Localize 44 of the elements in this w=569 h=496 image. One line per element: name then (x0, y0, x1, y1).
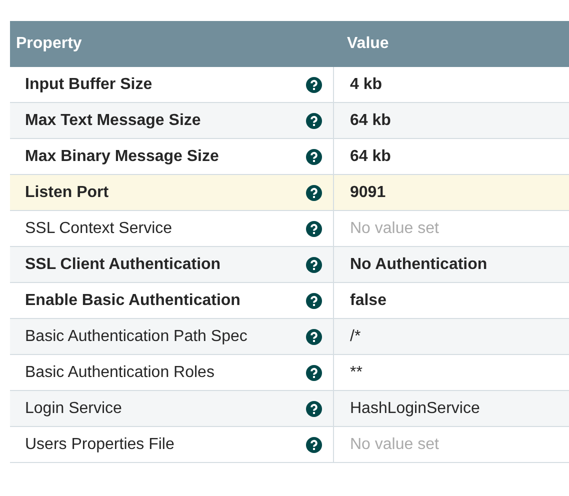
table-row[interactable]: Login Service HashLoginService (10, 391, 569, 427)
property-name: Basic Authentication Path Spec (25, 328, 248, 346)
help-icon[interactable] (306, 76, 322, 92)
help-icon[interactable] (306, 112, 322, 128)
property-value[interactable]: 4 kb (350, 76, 382, 94)
help-icon[interactable] (306, 184, 322, 200)
property-name: Login Service (25, 400, 122, 418)
property-value[interactable]: /* (350, 328, 361, 346)
property-name: Listen Port (25, 184, 109, 202)
property-name: SSL Client Authentication (25, 256, 221, 274)
table-row[interactable]: Basic Authentication Path Spec /* (10, 319, 569, 355)
property-value[interactable]: false (350, 292, 386, 310)
property-name: Basic Authentication Roles (25, 364, 214, 382)
help-icon[interactable] (306, 436, 322, 452)
property-name: SSL Context Service (25, 220, 172, 238)
table-row[interactable]: Enable Basic Authentication false (10, 283, 569, 319)
property-value[interactable]: ** (350, 364, 362, 382)
help-icon[interactable] (306, 220, 322, 236)
help-icon[interactable] (306, 328, 322, 344)
table-row[interactable]: Input Buffer Size 4 kb (10, 67, 569, 103)
column-header: Property (15, 35, 83, 53)
column-header: Value (346, 35, 390, 53)
table-row[interactable]: Basic Authentication Roles ** (10, 355, 569, 391)
table-row[interactable]: Max Text Message Size 64 kb (10, 103, 569, 139)
property-value[interactable]: 64 kb (350, 148, 391, 166)
property-value[interactable]: 9091 (350, 184, 386, 202)
property-name: Max Binary Message Size (25, 148, 219, 166)
property-value[interactable]: 64 kb (350, 112, 391, 130)
help-icon[interactable] (306, 148, 322, 164)
table-row[interactable]: Listen Port 9091 (10, 175, 569, 211)
table-row[interactable]: Max Binary Message Size 64 kb (10, 139, 569, 175)
property-name: Max Text Message Size (25, 112, 201, 130)
property-name: Input Buffer Size (25, 76, 152, 94)
table-row[interactable]: Users Properties File No value set (10, 427, 569, 463)
property-name: Users Properties File (25, 436, 174, 454)
help-icon[interactable] (306, 256, 322, 272)
property-value[interactable]: No Authentication (350, 256, 488, 274)
property-name: Enable Basic Authentication (25, 292, 240, 310)
help-icon[interactable] (306, 292, 322, 308)
table-row[interactable]: SSL Context Service No value set (10, 211, 569, 247)
help-icon[interactable] (306, 400, 322, 416)
property-value[interactable]: HashLoginService (350, 400, 480, 418)
table-row[interactable]: SSL Client Authentication No Authentication (10, 247, 569, 283)
help-icon[interactable] (306, 364, 322, 380)
